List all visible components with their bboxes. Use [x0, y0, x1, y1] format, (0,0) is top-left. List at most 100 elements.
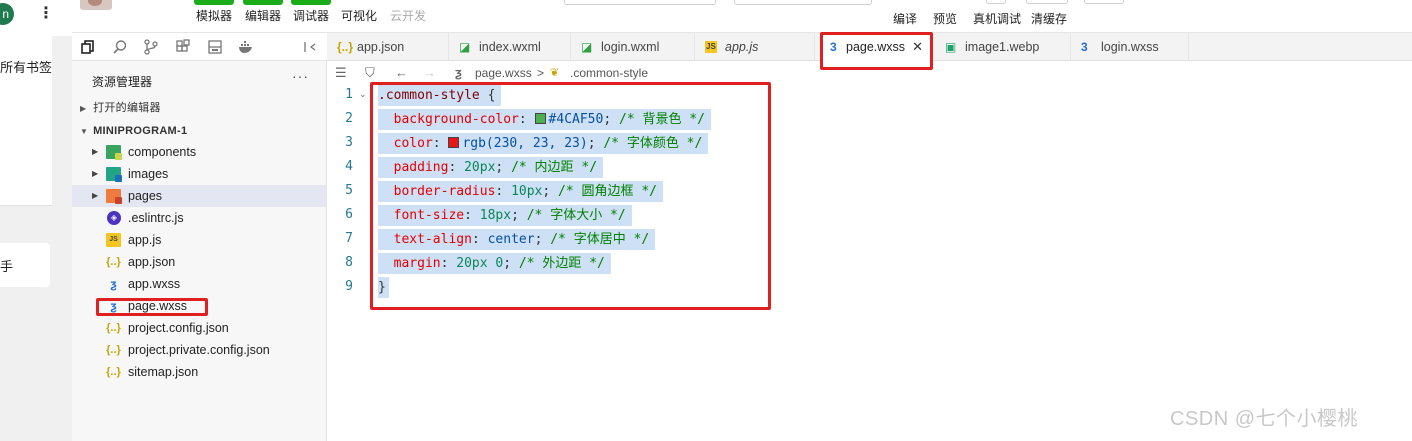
line-number: 5 — [345, 183, 353, 198]
clear-cache-toggle[interactable] — [1084, 0, 1124, 4]
semicolon: ; — [511, 208, 519, 223]
device-select[interactable] — [734, 0, 872, 5]
symbol-icon: ❦ — [550, 67, 560, 79]
copy-icon[interactable] — [80, 39, 96, 55]
tree-file-eslintrc[interactable]: ◈ .eslintrc.js — [72, 207, 326, 229]
browser-side-strip: n ⋮ 所有书签 手 — [0, 0, 72, 441]
breadcrumb: ☰ ⛉ ← → ƺ page.wxss > ❦ .common-style — [327, 62, 1412, 84]
tree-file-app-js[interactable]: JS app.js — [72, 229, 326, 251]
tab-index-wxml[interactable]: ◪ index.wxml — [449, 33, 571, 61]
all-bookmarks-link[interactable]: 所有书签 — [0, 57, 52, 76]
json-icon: {..} — [106, 256, 121, 268]
colon: : — [448, 160, 465, 175]
colon: : — [464, 208, 480, 223]
code-line-6: font-size: 18px; /* 字体大小 */ — [378, 205, 632, 226]
devtools-toolbar: 模拟器 编辑器 调试器 可视化 云开发 编译 预览 真机调试 清缓存 — [72, 0, 1412, 33]
tab-page-wxss[interactable]: 3 page.wxss ✕ — [820, 33, 932, 61]
debugger-label: 调试器 — [292, 9, 329, 23]
css-property: font-size — [393, 208, 465, 223]
simulator-button[interactable]: 模拟器 — [192, 0, 236, 25]
editor-button[interactable]: 编辑器 — [241, 0, 285, 25]
preview-toggle[interactable] — [986, 0, 1006, 4]
tree-file-sitemap[interactable]: {..} sitemap.json — [72, 361, 326, 383]
chevron-right-icon: ▶ — [92, 147, 99, 156]
clear-cache-button[interactable]: 清缓存 — [1031, 10, 1067, 27]
fold-chevron-icon[interactable]: ⌄ — [359, 89, 367, 100]
tab-app-js[interactable]: JS app.js — [695, 33, 815, 61]
compile-button[interactable]: 编译 — [893, 10, 917, 27]
extensions-icon[interactable] — [175, 39, 191, 55]
debugger-button[interactable]: 调试器 — [289, 0, 333, 25]
search-icon[interactable] — [112, 39, 128, 55]
tree-folder-images[interactable]: ▶ images — [72, 163, 326, 185]
docker-icon[interactable] — [238, 39, 254, 55]
editor-toggle-icon — [243, 0, 283, 5]
css-icon: ƺ — [455, 65, 462, 80]
tab-app-json[interactable]: {..} app.json — [327, 33, 449, 61]
close-brace: } — [378, 280, 386, 295]
close-icon[interactable]: ✕ — [912, 33, 923, 61]
user-avatar[interactable] — [80, 0, 112, 10]
breadcrumb-symbol[interactable]: .common-style — [570, 66, 648, 80]
line-number: 1 — [345, 87, 353, 102]
chevron-right-icon: ▶ — [92, 169, 99, 178]
tab-label: login.wxml — [601, 40, 660, 54]
components-folder-icon — [106, 145, 122, 160]
color-swatch-icon[interactable] — [534, 113, 546, 124]
compile-mode-select[interactable] — [564, 0, 716, 5]
code-line-3: color: rgb(230, 23, 23); /* 字体颜色 */ — [378, 133, 709, 154]
explorer-panel: 资源管理器 ··· ▶ 打开的编辑器 ▼ MINIPROGRAM-1 ▶ com… — [72, 61, 327, 441]
remote-debug-button[interactable]: 真机调试 — [973, 10, 1021, 27]
tab-image1-webp[interactable]: ▣ image1.webp — [935, 33, 1071, 61]
chevron-down-icon: ▼ — [80, 127, 88, 136]
css-icon: ƺ — [110, 299, 117, 313]
css-property: padding — [393, 160, 449, 175]
tree-item-label: images — [128, 167, 169, 181]
css-property: border-radius — [393, 184, 496, 199]
tree-item-label: app.js — [128, 233, 162, 247]
cloud-dev-button[interactable]: 云开发 — [386, 0, 430, 25]
split-panel-icon[interactable] — [302, 39, 318, 55]
line-number: 3 — [345, 135, 353, 150]
tree-file-project-config[interactable]: {..} project.config.json — [72, 317, 326, 339]
tab-label: app.json — [357, 40, 405, 54]
breadcrumb-file[interactable]: page.wxss — [475, 66, 532, 80]
tree-folder-components[interactable]: ▶ components — [72, 141, 326, 163]
bookmark-icon[interactable]: ⛉ — [365, 65, 375, 81]
css-comment: /* 内边距 */ — [511, 160, 598, 175]
explorer-title: 资源管理器 — [92, 75, 153, 89]
remote-debug-toggle[interactable] — [1026, 0, 1068, 4]
tab-login-wxml[interactable]: ◪ login.wxml — [571, 33, 695, 61]
tree-item-label: app.json — [128, 255, 176, 269]
browser-menu-item[interactable]: 手 — [0, 256, 13, 275]
back-arrow-icon[interactable]: ← — [395, 65, 408, 80]
tree-file-page-wxss[interactable]: ƺ page.wxss — [72, 295, 326, 317]
tree-file-project-private-config[interactable]: {..} project.private.config.json — [72, 339, 326, 361]
tree-file-app-wxss[interactable]: ƺ app.wxss — [72, 273, 326, 295]
source-control-icon[interactable] — [143, 39, 159, 55]
project-section[interactable]: ▼ MINIPROGRAM-1 — [72, 120, 327, 142]
tab-label: app.js — [725, 40, 759, 54]
preview-button[interactable]: 预览 — [933, 10, 957, 27]
css-property: margin — [393, 256, 441, 271]
visualize-button[interactable]: 可视化 — [337, 0, 381, 25]
forward-arrow-icon[interactable]: → — [423, 65, 436, 80]
open-editors-section[interactable]: ▶ 打开的编辑器 — [72, 97, 327, 119]
pages-folder-icon — [106, 189, 122, 204]
list-icon[interactable]: ☰ — [335, 65, 347, 81]
tree-file-app-json[interactable]: {..} app.json — [72, 251, 326, 273]
open-brace: { — [479, 88, 496, 103]
code-editor[interactable]: 1 ⌄ 2 3 4 5 6 7 8 9 .common-style { back… — [327, 84, 1412, 441]
code-line-2: background-color: #4CAF50; /* 背景色 */ — [378, 109, 711, 130]
tree-item-label: components — [128, 145, 197, 159]
chevron-right-icon: ▶ — [80, 104, 87, 113]
css-value: center — [487, 232, 535, 247]
browser-menu-icon[interactable]: ⋮ — [38, 6, 54, 22]
line-number: 4 — [345, 159, 353, 174]
color-swatch-icon[interactable] — [448, 137, 460, 148]
breadcrumb-separator: > — [537, 66, 545, 80]
tab-login-wxss[interactable]: 3 login.wxss — [1071, 33, 1189, 61]
explorer-more-icon[interactable]: ··· — [292, 68, 309, 84]
tree-folder-pages[interactable]: ▶ pages — [72, 185, 326, 207]
storage-icon[interactable] — [207, 39, 223, 55]
